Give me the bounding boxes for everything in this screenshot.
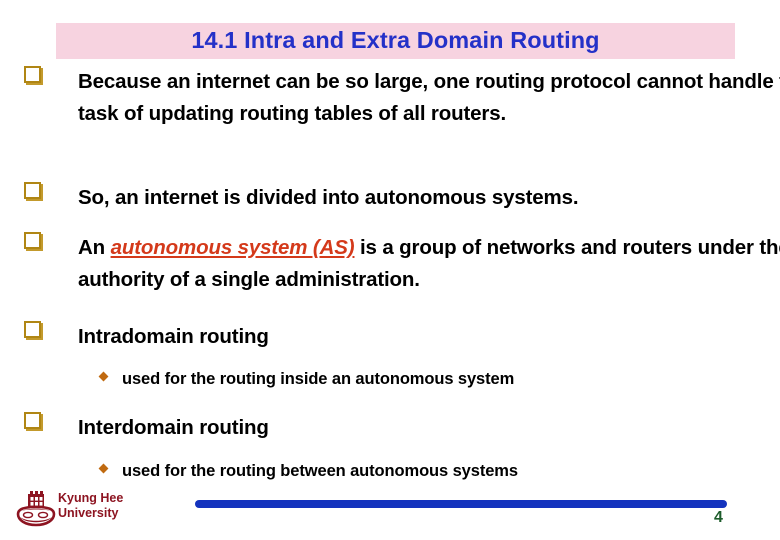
hollow-square-bullet-icon: [24, 182, 46, 200]
sub-bullet-text-1: used for the routing inside an autonomou…: [122, 370, 515, 388]
page-title: 14.1 Intra and Extra Domain Routing: [191, 27, 600, 54]
bullet-text-3: An autonomous system (AS) is a group of …: [78, 236, 780, 291]
hollow-square-bullet-icon: [24, 66, 46, 84]
bullet-item-2: So, an internet is divided into autonomo…: [24, 182, 780, 214]
page-number: 4: [714, 509, 723, 526]
bullet-text-2: So, an internet is divided into autonomo…: [78, 186, 579, 209]
diamond-bullet-icon: [98, 460, 122, 477]
autonomous-system-term: autonomous system (AS): [110, 236, 355, 259]
hollow-square-bullet-icon: [24, 232, 46, 250]
bullet-item-5: Interdomain routing: [24, 412, 780, 444]
hollow-square-bullet-icon: [24, 321, 46, 339]
kyung-hee-university-crest-icon: [14, 488, 58, 532]
bullet-item-3: An autonomous system (AS) is a group of …: [24, 232, 780, 296]
slide-title-banner: 14.1 Intra and Extra Domain Routing: [56, 23, 735, 59]
footer-university-name: Kyung Hee University: [58, 491, 124, 520]
sub-bullet-item-1: used for the routing inside an autonomou…: [78, 366, 778, 392]
bullet-text-3-before: An: [78, 236, 111, 259]
bullet-item-4: Intradomain routing: [24, 321, 780, 353]
footer-divider-bar: [195, 500, 727, 508]
bullet-text-1: Because an internet can be so large, one…: [78, 70, 780, 125]
bullet-text-5: Interdomain routing: [78, 416, 269, 439]
bullet-text-4: Intradomain routing: [78, 325, 269, 348]
diamond-bullet-icon: [98, 368, 122, 385]
sub-bullet-text-2: used for the routing between autonomous …: [122, 462, 518, 480]
sub-bullet-item-2: used for the routing between autonomous …: [78, 458, 778, 484]
bullet-item-1: Because an internet can be so large, one…: [24, 66, 780, 130]
slide-canvas: 14.1 Intra and Extra Domain Routing Beca…: [0, 0, 780, 540]
hollow-square-bullet-icon: [24, 412, 46, 430]
